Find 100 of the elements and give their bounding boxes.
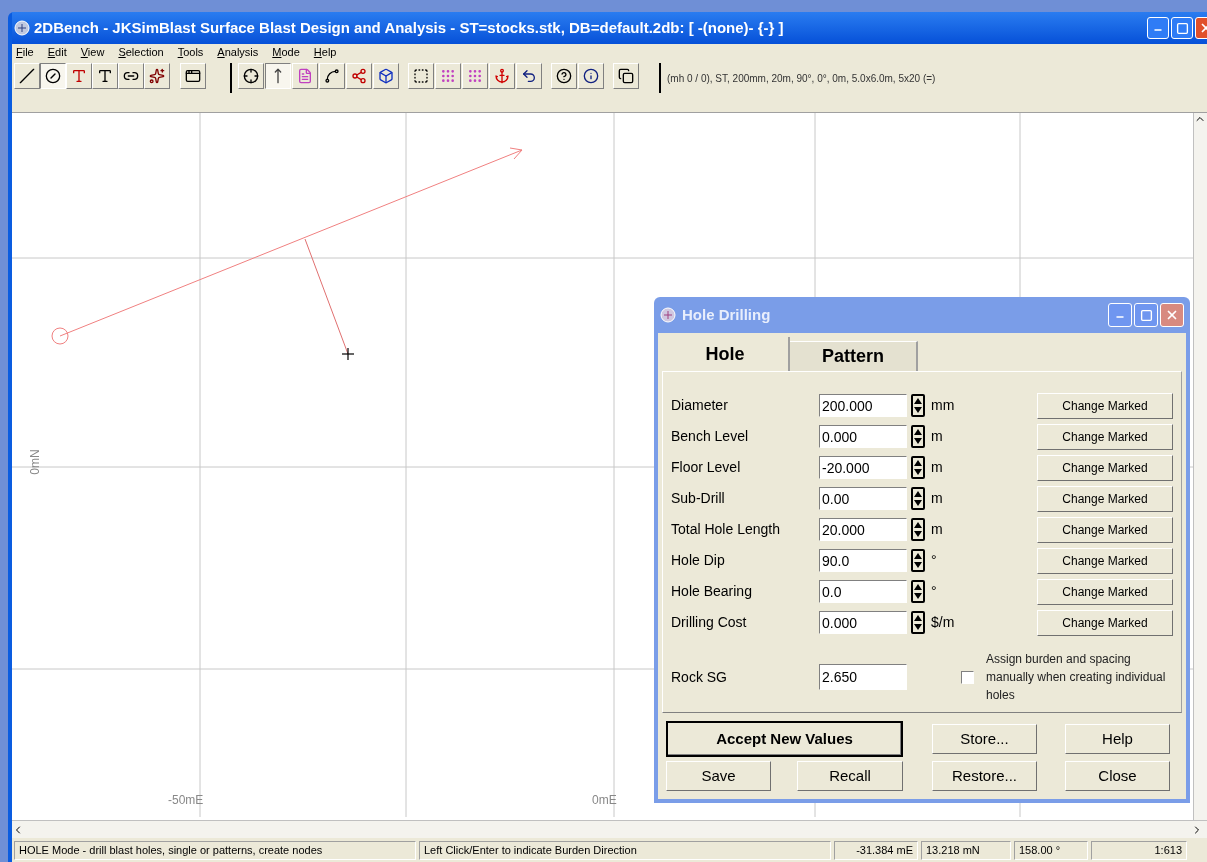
window-icon (185, 68, 201, 84)
axis-label: -50mE (168, 792, 204, 809)
menu-item[interactable]: Mode (272, 44, 300, 61)
crosshair-cursor-icon (341, 347, 355, 361)
menu-item[interactable]: File (16, 44, 34, 61)
menu-item[interactable]: View (80, 44, 105, 61)
unit-label: ° (931, 582, 938, 601)
status-field: HOLE Mode - drill blast holes, single or patterns, create nodes (14, 840, 416, 860)
menu-item[interactable]: Edit (47, 44, 67, 61)
maximize-button[interactable] (1134, 303, 1158, 327)
menu-item[interactable]: Help (313, 44, 337, 61)
field-label: Drilling Cost (671, 613, 748, 632)
dialog-title: Hole Drilling (682, 304, 771, 325)
up-down-arrows-icon (914, 584, 922, 599)
minimize-button[interactable] (1147, 17, 1169, 39)
field-label: Total Hole Length (671, 520, 781, 539)
copy-icon (618, 68, 634, 84)
input-field[interactable]: 0.0 (819, 580, 907, 603)
maximize-icon (1139, 308, 1153, 322)
status-readout: (mh 0 / 0), ST, 200mm, 20m, 90°, 0°, 0m, 5.0x6.0m, 5x20 (=) (667, 72, 936, 86)
spinner-button[interactable] (911, 580, 925, 603)
checkbox[interactable] (961, 670, 974, 684)
up-down-arrows-icon (914, 491, 922, 506)
dialog-button[interactable]: Save (666, 761, 771, 791)
input-field[interactable]: 0.00 (819, 487, 907, 510)
change-marked-button[interactable]: Change Marked (1037, 392, 1173, 419)
change-marked-button[interactable]: Change Marked (1037, 516, 1173, 543)
up-down-arrows-icon (914, 429, 922, 444)
spinner-button[interactable] (911, 549, 925, 572)
unit-label: m (931, 458, 944, 477)
status-field: -31.384 mE (834, 840, 918, 860)
letter-t-icon (97, 68, 113, 84)
status-field: Left Click/Enter to indicate Burden Direction (419, 840, 831, 860)
dots-icon (467, 68, 483, 84)
menu-item[interactable]: Selection (118, 44, 164, 61)
unit-label: ° (931, 551, 938, 570)
change-marked-button[interactable]: Change Marked (1037, 485, 1173, 512)
spinner-button[interactable] (911, 487, 925, 510)
spinner-button[interactable] (911, 394, 925, 417)
toolbar-button[interactable] (40, 63, 66, 89)
up-down-arrows-icon (914, 460, 922, 475)
unit-label: m (931, 520, 944, 539)
spinner-button[interactable] (911, 456, 925, 479)
input-field[interactable]: 2.650 (819, 664, 907, 690)
app-icon (14, 20, 30, 36)
close-icon (1165, 308, 1179, 322)
field-label: Hole Bearing (671, 582, 753, 601)
input-field[interactable]: 0.000 (819, 611, 907, 634)
change-marked-button[interactable]: Change Marked (1037, 454, 1173, 481)
minimize-button[interactable] (1108, 303, 1132, 327)
status-field: 158.00 ° (1014, 840, 1088, 860)
status-field: 13.218 mN (921, 840, 1011, 860)
spinner-button[interactable] (911, 518, 925, 541)
change-marked-button[interactable]: Change Marked (1037, 547, 1173, 574)
app-icon (660, 307, 676, 323)
input-field[interactable]: 90.0 (819, 549, 907, 572)
up-down-arrows-icon (914, 553, 922, 568)
field-label: Floor Level (671, 458, 742, 477)
close-button[interactable] (1160, 303, 1184, 327)
tab[interactable]: Pattern (790, 341, 918, 371)
dialog-button[interactable]: Accept New Values (666, 721, 903, 757)
input-field[interactable]: -20.000 (819, 456, 907, 479)
unit-label: mm (931, 396, 956, 415)
menu-item[interactable]: Analysis (217, 44, 259, 61)
field-label: Hole Dip (671, 551, 726, 570)
status-field: 1:613 (1091, 840, 1187, 860)
horizontal-scrollbar[interactable] (12, 820, 1207, 838)
up-down-arrows-icon (914, 615, 922, 630)
cube-icon (378, 68, 394, 84)
dialog-button[interactable]: Close (1065, 761, 1170, 791)
maximize-icon (1175, 21, 1189, 35)
unit-label: m (931, 489, 944, 508)
vertical-scrollbar[interactable] (1193, 113, 1207, 820)
unit-label: m (931, 427, 944, 446)
window-title: 2DBench - JKSimBlast Surface Blast Design and Analysis - ST=stocks.stk, DB=default.2db: [ -(none)- {-} ] (34, 17, 784, 38)
maximize-button[interactable] (1171, 17, 1193, 39)
change-marked-button[interactable]: Change Marked (1037, 423, 1173, 450)
input-field[interactable]: 200.000 (819, 394, 907, 417)
up-down-arrows-icon (914, 398, 922, 413)
dialog-button[interactable]: Store... (932, 724, 1037, 754)
letter-t-icon (71, 68, 87, 84)
input-field[interactable]: 0.000 (819, 425, 907, 448)
spinner-button[interactable] (911, 611, 925, 634)
up-down-arrows-icon (914, 522, 922, 537)
hole-marker (51, 327, 69, 345)
field-label: Bench Level (671, 427, 750, 446)
dialog-button[interactable]: Help (1065, 724, 1170, 754)
checkbox-label: Assign burden and spacing manually when creating individual holes (986, 651, 1166, 704)
menu-item[interactable]: Tools (177, 44, 204, 61)
dialog-button[interactable]: Recall (797, 761, 903, 791)
input-field[interactable]: 20.000 (819, 518, 907, 541)
field-label: Sub-Drill (671, 489, 726, 508)
info-icon (583, 68, 599, 84)
field-label: Rock SG (671, 667, 728, 687)
change-marked-button[interactable]: Change Marked (1037, 578, 1173, 605)
spinner-button[interactable] (911, 425, 925, 448)
dashed-select-icon (413, 68, 429, 84)
line-icon (19, 68, 35, 84)
dialog-button[interactable]: Restore... (932, 761, 1037, 791)
change-marked-button[interactable]: Change Marked (1037, 609, 1173, 636)
